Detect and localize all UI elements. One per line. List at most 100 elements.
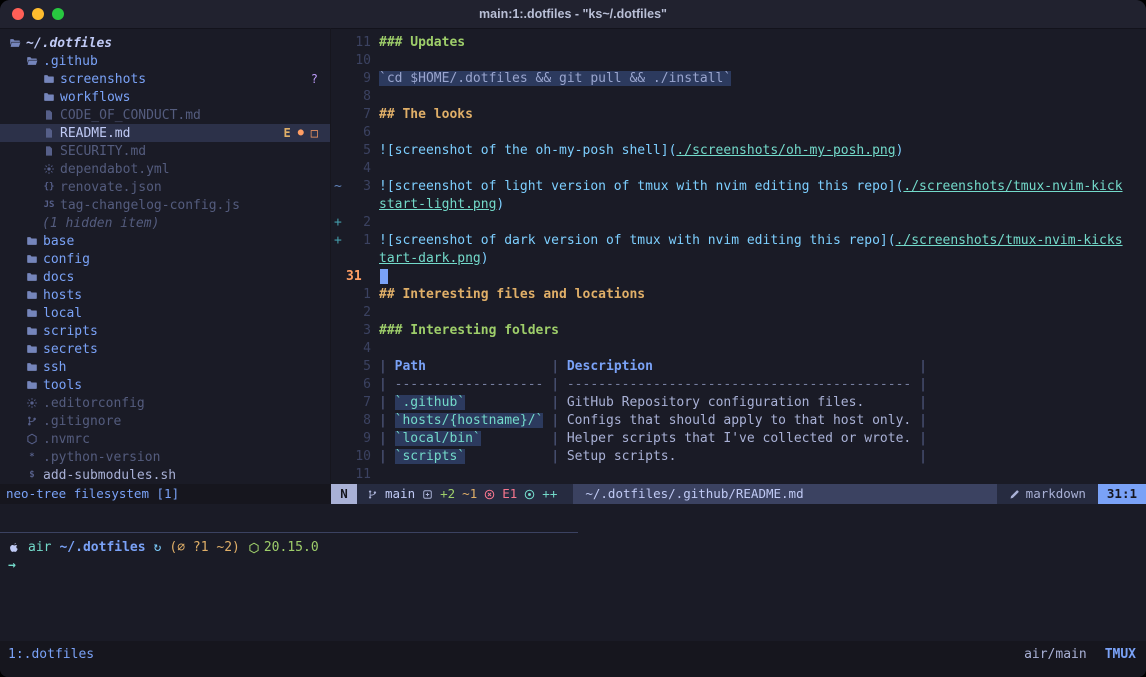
tree-item-label: config <box>43 252 90 267</box>
shell-input-line[interactable]: → <box>8 557 1146 575</box>
minimize-button[interactable] <box>32 8 44 20</box>
text-segment: | <box>919 395 927 410</box>
text-segment: | <box>919 359 927 374</box>
tree-item-dotfiles[interactable]: ~/.dotfiles <box>0 34 330 52</box>
editor-line[interactable]: ~3![screenshot of light version of tmux … <box>331 178 1146 196</box>
text-segment: Setup scripts. <box>567 449 677 464</box>
apple-icon <box>8 542 20 554</box>
editor-line[interactable]: 6| ------------------- | ---------------… <box>331 376 1146 394</box>
item-badges: ? <box>311 70 318 88</box>
editor-line[interactable]: 11 <box>331 466 1146 484</box>
line-text: tart-dark.png) <box>379 250 489 268</box>
git-fetch-icon: ↻ <box>154 539 162 557</box>
line-number: 4 <box>345 160 371 178</box>
editor-line[interactable]: +2 <box>331 214 1146 232</box>
text-segment <box>864 395 919 410</box>
tree-item-ssh[interactable]: ssh <box>0 358 330 376</box>
text-segment: ./screenshots/tmux-nvim-kicks <box>896 233 1123 248</box>
text-segment: | <box>551 449 567 464</box>
tree-item-scripts[interactable]: scripts <box>0 322 330 340</box>
editor-line[interactable]: 31 <box>331 268 1146 286</box>
zoom-button[interactable] <box>52 8 64 20</box>
cursor-position: 31:1 <box>1098 484 1146 504</box>
tree-item-config[interactable]: config <box>0 250 330 268</box>
editor-line[interactable]: 8| `hosts/{hostname}/` | Configs that sh… <box>331 412 1146 430</box>
tree-item-add-submodules-sh[interactable]: $add-submodules.sh <box>0 466 330 484</box>
tree-item-label: README.md <box>60 126 130 141</box>
gutter-sign: + <box>331 214 345 232</box>
line-text: | ------------------- | ----------------… <box>379 376 927 394</box>
editor-buffer[interactable]: 11### Updates 10 9`cd $HOME/.dotfiles &&… <box>331 28 1146 484</box>
editor-line[interactable]: 4 <box>331 160 1146 178</box>
folder-icon <box>25 358 39 376</box>
line-number: 11 <box>345 466 371 484</box>
line-text: start-light.png) <box>379 196 504 214</box>
text-segment: | <box>551 395 567 410</box>
shell-pane[interactable]: air ~/.dotfiles ↻ (⌀ ?1 ~2) 20.15.0 → <box>0 533 1146 575</box>
tmux-window-item[interactable]: 1:.dotfiles <box>8 647 94 662</box>
tree-item-1-hidden-item[interactable]: (1 hidden item) <box>0 214 330 232</box>
tree-item-renovate-json[interactable]: {}renovate.json <box>0 178 330 196</box>
text-segment: ------------------- <box>395 377 544 392</box>
tree-item-security-md[interactable]: SECURITY.md <box>0 142 330 160</box>
gutter-sign <box>331 52 345 70</box>
editor-line[interactable]: 5| Path | Description | <box>331 358 1146 376</box>
text-segment <box>481 431 551 446</box>
tree-item-editorconfig[interactable]: .editorconfig <box>0 394 330 412</box>
tree-item-code-of-conduct-md[interactable]: CODE_OF_CONDUCT.md <box>0 106 330 124</box>
folder-icon <box>25 304 39 322</box>
tree-item-secrets[interactable]: secrets <box>0 340 330 358</box>
editor-line[interactable]: 7## The looks <box>331 106 1146 124</box>
text-segment: | <box>379 359 395 374</box>
text-segment: | <box>551 431 567 446</box>
editor-line[interactable]: start-light.png) <box>331 196 1146 214</box>
editor-line[interactable]: 3### Interesting folders <box>331 322 1146 340</box>
editor-line[interactable]: 10| `scripts` | Setup scripts. | <box>331 448 1146 466</box>
tree-item-docs[interactable]: docs <box>0 268 330 286</box>
markdown-file-icon <box>42 142 56 160</box>
line-number: 2 <box>345 214 371 232</box>
editor-line[interactable]: 8 <box>331 88 1146 106</box>
tree-item-label: local <box>43 306 82 321</box>
tree-item-readme-md[interactable]: README.mdE●□ <box>0 124 330 142</box>
tree-item-local[interactable]: local <box>0 304 330 322</box>
tree-item-python-version[interactable]: *.python-version <box>0 448 330 466</box>
editor-line[interactable]: 1## Interesting files and locations <box>331 286 1146 304</box>
tree-item-gitignore[interactable]: .gitignore <box>0 412 330 430</box>
editor-line[interactable]: 9| `local/bin` | Helper scripts that I'v… <box>331 430 1146 448</box>
tmux-session: air/main <box>1024 647 1087 662</box>
editor-line[interactable]: tart-dark.png) <box>331 250 1146 268</box>
line-number: 6 <box>345 124 371 142</box>
editor-line[interactable]: 10 <box>331 52 1146 70</box>
pencil-icon <box>1009 489 1020 500</box>
tree-item-workflows[interactable]: workflows <box>0 88 330 106</box>
tree-item-github[interactable]: .github <box>0 52 330 70</box>
tree-item-hosts[interactable]: hosts <box>0 286 330 304</box>
tree-item-dependabot-yml[interactable]: dependabot.yml <box>0 160 330 178</box>
editor-line[interactable]: +1![screenshot of dark version of tmux w… <box>331 232 1146 250</box>
gutter-sign <box>331 340 345 358</box>
line-number: 8 <box>345 412 371 430</box>
prompt-arrow: → <box>8 557 16 575</box>
line-text: ### Interesting folders <box>379 322 559 340</box>
tree-item-tools[interactable]: tools <box>0 376 330 394</box>
status-row: neo-tree filesystem [1] N main +2 ~1 E1 … <box>0 484 1146 504</box>
editor-line[interactable]: 6 <box>331 124 1146 142</box>
text-segment: tart-dark.png <box>379 251 481 266</box>
editor-line[interactable]: 5![screenshot of the oh-my-posh shell](.… <box>331 142 1146 160</box>
editor-line[interactable]: 7| `.github` | GitHub Repository configu… <box>331 394 1146 412</box>
neotree-sidebar: ~/.dotfiles.githubscreenshots?workflowsC… <box>0 28 331 484</box>
tree-item-screenshots[interactable]: screenshots? <box>0 70 330 88</box>
tree-item-nvmrc[interactable]: .nvmrc <box>0 430 330 448</box>
editor-line[interactable]: 9`cd $HOME/.dotfiles && git pull && ./in… <box>331 70 1146 88</box>
editor-line[interactable]: 2 <box>331 304 1146 322</box>
tree-item-tag-changelog-config-js[interactable]: JStag-changelog-config.js <box>0 196 330 214</box>
folder-icon <box>42 88 56 106</box>
markdown-file-icon <box>42 124 56 142</box>
line-text: ![screenshot of dark version of tmux wit… <box>379 232 1123 250</box>
tree-item-base[interactable]: base <box>0 232 330 250</box>
text-segment: start-light.png <box>379 197 496 212</box>
close-button[interactable] <box>12 8 24 20</box>
editor-line[interactable]: 11### Updates <box>331 34 1146 52</box>
editor-line[interactable]: 4 <box>331 340 1146 358</box>
